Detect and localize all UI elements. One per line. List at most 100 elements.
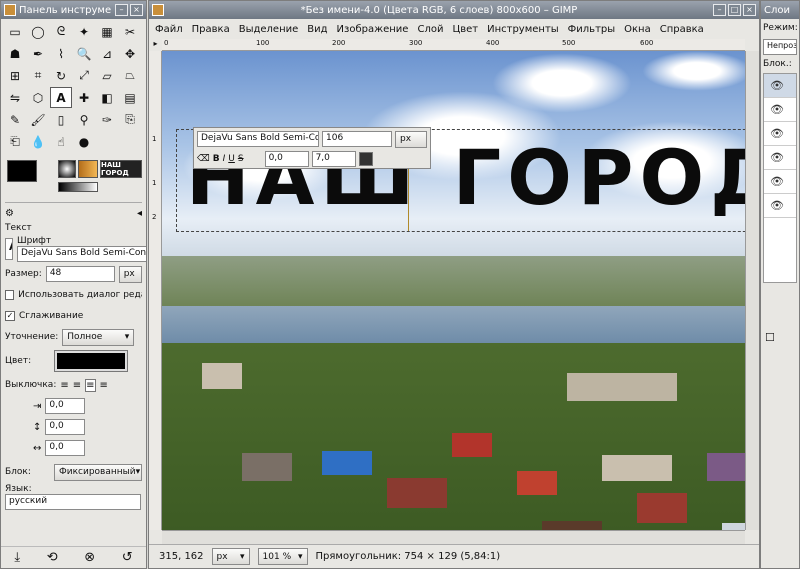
menu-windows[interactable]: Окна xyxy=(624,24,651,35)
layer-row[interactable]: 👁 xyxy=(764,122,796,146)
vertical-ruler[interactable]: 1 1 2 xyxy=(149,51,162,530)
align-icon[interactable]: ⊞ xyxy=(4,65,26,86)
vertical-scrollbar[interactable] xyxy=(745,51,759,530)
kerning-input[interactable]: 7,0 xyxy=(311,151,356,167)
new-layer-icon[interactable]: ☐ xyxy=(765,331,775,344)
font-preview-button[interactable]: Aa xyxy=(5,238,13,260)
measure-icon[interactable]: ⊿ xyxy=(96,43,118,64)
cage-icon[interactable]: ⬡ xyxy=(27,87,49,108)
menu-image[interactable]: Изображение xyxy=(337,24,409,35)
eye-icon[interactable]: 👁 xyxy=(770,127,784,140)
blur-icon[interactable]: 💧 xyxy=(27,131,49,152)
eye-icon[interactable]: 👁 xyxy=(770,151,784,164)
layer-row[interactable]: 👁 xyxy=(764,146,796,170)
justify-left-icon[interactable]: ≡ xyxy=(60,380,68,391)
flip-icon[interactable]: ⇋ xyxy=(4,87,26,108)
fuzzy-select-icon[interactable]: ✦ xyxy=(73,21,95,42)
pattern-preview[interactable] xyxy=(78,160,98,178)
eye-icon[interactable]: 👁 xyxy=(770,103,784,116)
tool-options-tab-icon[interactable]: ⚙ xyxy=(5,208,14,219)
use-dialog-checkbox[interactable] xyxy=(5,290,15,300)
smudge-icon[interactable]: ☝ xyxy=(50,131,72,152)
size-input[interactable]: 48 xyxy=(45,266,115,282)
shear-icon[interactable]: ▱ xyxy=(96,65,118,86)
toolbox-titlebar[interactable]: Панель инструме – × xyxy=(1,1,146,19)
perspective-clone-icon[interactable]: ⎗ xyxy=(4,131,26,152)
quick-mask-arrow-icon[interactable]: ▸ xyxy=(149,39,162,51)
color-select-icon[interactable]: ▦ xyxy=(96,21,118,42)
line-spacing-input[interactable]: 0,0 xyxy=(45,419,86,435)
clear-style-icon[interactable]: ⌫ xyxy=(197,154,210,164)
menu-tools[interactable]: Инструменты xyxy=(487,24,559,35)
bucket-fill-icon[interactable]: ◧ xyxy=(96,87,118,108)
reset-options-icon[interactable]: ↺ xyxy=(122,550,133,565)
save-options-icon[interactable]: ⤓ xyxy=(14,550,20,565)
letter-spacing-input[interactable]: 0,0 xyxy=(45,440,86,456)
layer-row[interactable]: 👁 xyxy=(764,170,796,194)
indent-input[interactable]: 0,0 xyxy=(45,398,86,414)
horizontal-ruler[interactable]: 0 100 200 300 400 500 600 xyxy=(162,39,745,51)
menu-colors[interactable]: Цвет xyxy=(452,24,478,35)
layer-row[interactable]: 👁 xyxy=(764,98,796,122)
color-picker-icon[interactable]: ⌇ xyxy=(50,43,72,64)
bold-icon[interactable]: B xyxy=(213,154,220,164)
baseline-input[interactable]: 0,0 xyxy=(264,151,309,167)
canvas-color-button[interactable] xyxy=(358,152,373,166)
menu-select[interactable]: Выделение xyxy=(239,24,299,35)
crop-icon[interactable]: ⌗ xyxy=(27,65,49,86)
minimize-button[interactable]: – xyxy=(115,4,128,16)
menu-file[interactable]: Файл xyxy=(155,24,183,35)
language-input[interactable]: русский xyxy=(5,494,141,510)
canvas-size-input[interactable]: 106 xyxy=(322,131,392,147)
menu-layer[interactable]: Слой xyxy=(417,24,443,35)
eraser-icon[interactable]: ▯ xyxy=(50,109,72,130)
eye-icon[interactable]: 👁 xyxy=(770,79,784,92)
size-unit-select[interactable]: px xyxy=(118,265,142,283)
foreground-color[interactable] xyxy=(7,160,37,182)
zoom-icon[interactable]: 🔍 xyxy=(73,43,95,64)
menu-help[interactable]: Справка xyxy=(660,24,704,35)
justify-right-icon[interactable]: ≡ xyxy=(73,380,81,391)
paintbrush-icon[interactable]: 🖌 xyxy=(27,109,49,130)
heal-icon[interactable]: ✚ xyxy=(73,87,95,108)
rect-select-icon[interactable]: ▭ xyxy=(4,21,26,42)
image-titlebar[interactable]: *Без имени-4.0 (Цвета RGB, 6 слоев) 800x… xyxy=(149,1,759,19)
ink-icon[interactable]: ✑ xyxy=(96,109,118,130)
layers-titlebar[interactable]: Слои xyxy=(761,1,799,19)
horizontal-scrollbar[interactable] xyxy=(162,530,745,544)
clone-icon[interactable]: ⎘ xyxy=(119,109,141,130)
close-button[interactable]: × xyxy=(743,4,756,16)
eye-icon[interactable]: 👁 xyxy=(770,175,784,188)
status-unit-select[interactable]: px ▾ xyxy=(211,548,250,565)
maximize-button[interactable]: □ xyxy=(728,4,741,16)
canvas-unit-select[interactable]: px xyxy=(395,130,427,148)
canvas-font-input[interactable]: DejaVu Sans Bold Semi-Co xyxy=(197,131,319,147)
pencil-icon[interactable]: ✎ xyxy=(4,109,26,130)
panel-menu-icon[interactable]: ◂ xyxy=(137,208,142,219)
foreground-select-icon[interactable]: ☗ xyxy=(4,43,26,64)
close-button[interactable]: × xyxy=(130,4,143,16)
menu-filters[interactable]: Фильтры xyxy=(568,24,615,35)
menu-edit[interactable]: Правка xyxy=(192,24,230,35)
blend-icon[interactable]: ▤ xyxy=(119,87,141,108)
image-canvas[interactable]: НАШ ГОРОД DejaVu Sans Bold Semi-Co 106 p… xyxy=(162,51,745,530)
layers-opacity[interactable]: Непрозра xyxy=(763,39,797,55)
justify-center-icon[interactable]: ≡ xyxy=(85,378,96,392)
paths-icon[interactable]: ✒ xyxy=(27,43,49,64)
free-select-icon[interactable]: ᘓ xyxy=(50,21,72,42)
italic-icon[interactable]: I xyxy=(223,154,226,164)
move-icon[interactable]: ✥ xyxy=(119,43,141,64)
antialias-checkbox[interactable]: ✓ xyxy=(5,311,15,321)
delete-options-icon[interactable]: ⊗ xyxy=(84,550,95,565)
scale-icon[interactable]: ⤢ xyxy=(73,65,95,86)
dodge-burn-icon[interactable]: ● xyxy=(73,131,95,152)
eye-icon[interactable]: 👁 xyxy=(770,199,784,212)
perspective-icon[interactable]: ⏢ xyxy=(119,65,141,86)
hinting-select[interactable]: Полное ▾ xyxy=(62,328,135,346)
menu-view[interactable]: Вид xyxy=(307,24,327,35)
justify-fill-icon[interactable]: ≡ xyxy=(100,380,108,391)
airbrush-icon[interactable]: ⚲ xyxy=(73,109,95,130)
layer-row[interactable]: 👁 xyxy=(764,74,796,98)
image-preview[interactable]: НАШ ГОРОД xyxy=(100,160,142,178)
scissors-select-icon[interactable]: ✂ xyxy=(119,21,141,42)
